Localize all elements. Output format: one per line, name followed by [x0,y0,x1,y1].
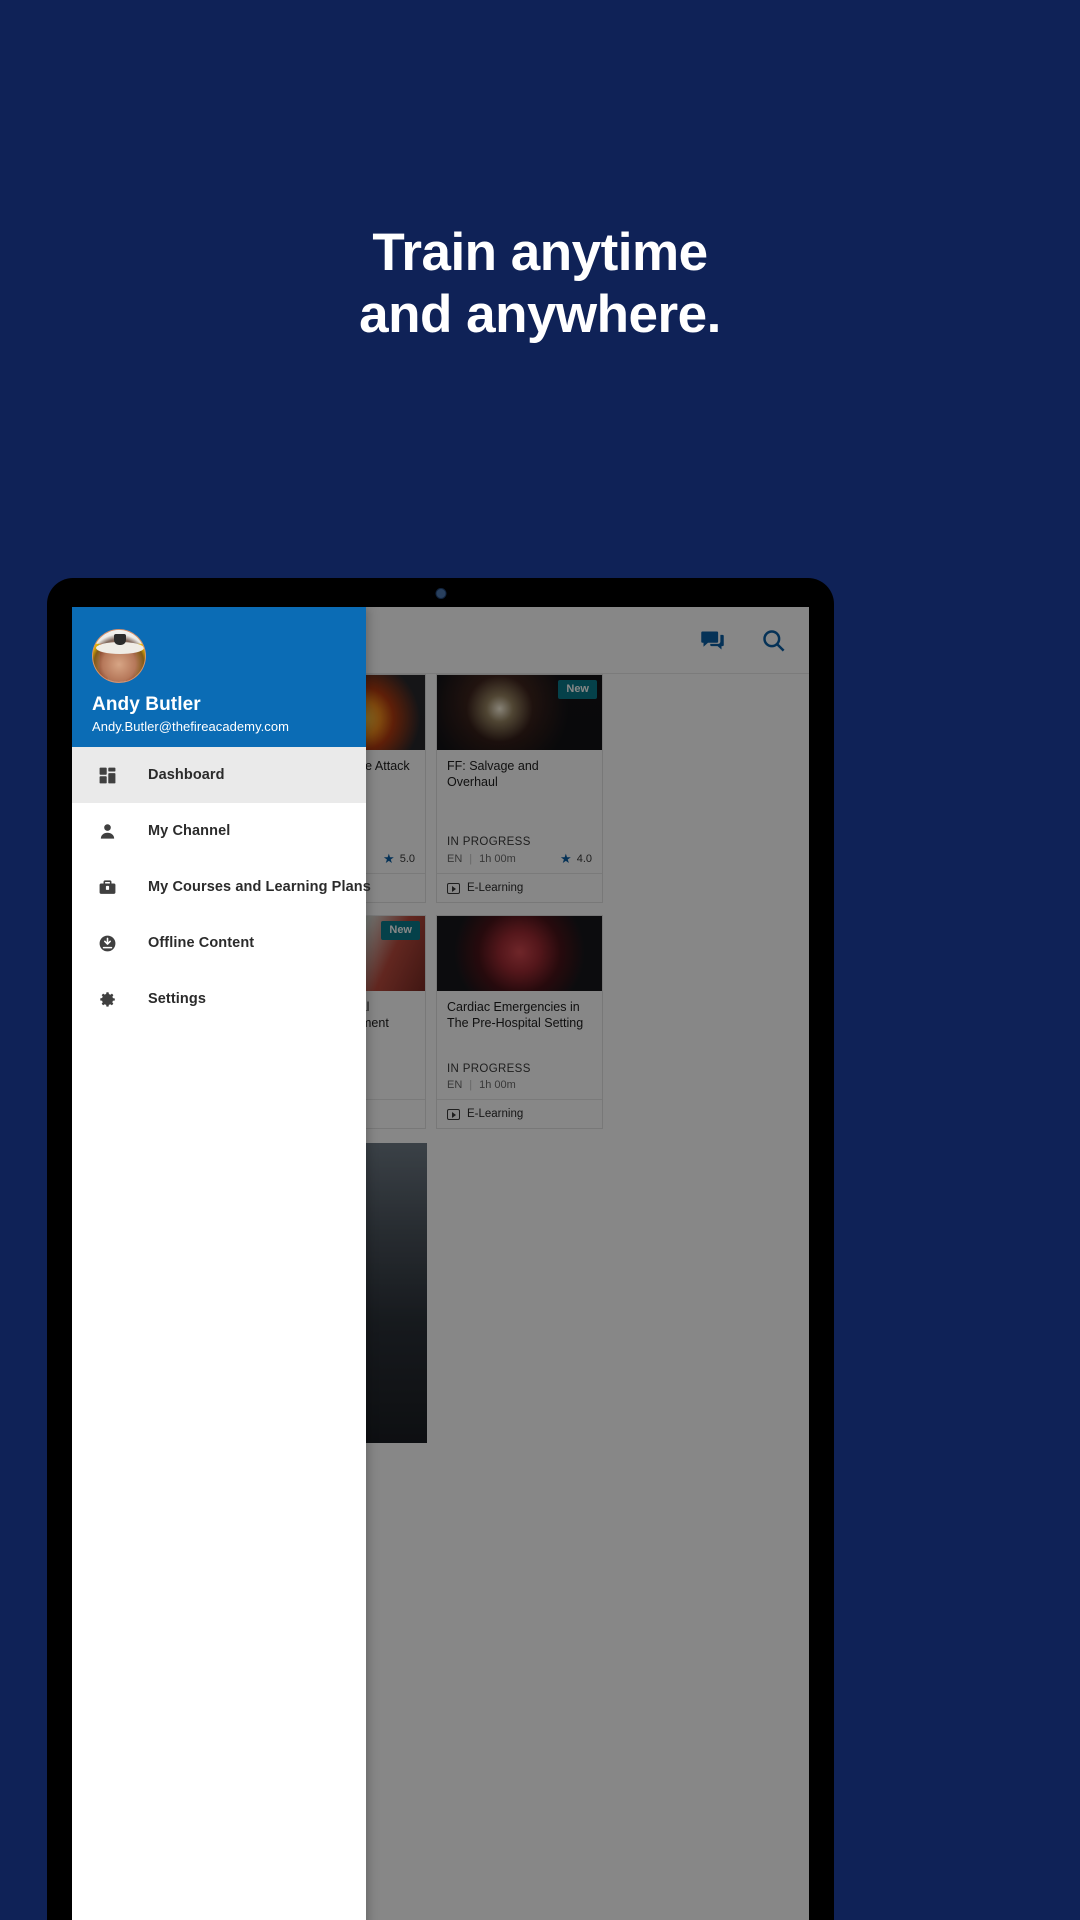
user-email: Andy.Butler@thefireacademy.com [92,719,290,734]
avatar[interactable] [92,629,146,683]
sidebar-item-my-courses[interactable]: My Courses and Learning Plans [72,859,371,915]
promo-screenshot: Train anytime and anywhere. Attack ★ 5.0… [0,0,1080,1920]
sidebar-item-dashboard[interactable]: Dashboard [72,747,366,803]
sidebar-item-label: Offline Content [148,935,255,951]
sidebar-item-label: My Courses and Learning Plans [148,879,371,895]
drawer-nav-list: Dashboard My Channel My Courses and Lear… [72,747,371,1027]
gear-icon [95,987,119,1011]
download-circle-icon [95,931,119,955]
sidebar-item-label: Dashboard [148,767,225,783]
person-icon [95,819,119,843]
helmet-shield [114,634,126,645]
tablet-device-frame: New FF: Introduction, History, and Cultu… [47,578,834,1920]
sidebar-item-label: Settings [148,991,206,1007]
sidebar-item-label: My Channel [148,823,231,839]
headline-line-2: and anywhere. [359,285,721,344]
sidebar-item-settings[interactable]: Settings [72,971,366,1027]
sidebar-item-my-channel[interactable]: My Channel [72,803,366,859]
sidebar-item-offline-content[interactable]: Offline Content [72,915,366,971]
briefcase-icon [95,875,119,899]
front-camera-icon [435,588,446,599]
navigation-drawer: Andy Butler Andy.Butler@thefireacademy.c… [72,607,371,1920]
drawer-profile-header: Andy Butler Andy.Butler@thefireacademy.c… [72,607,366,747]
dashboard-grid-icon [95,763,119,787]
headline-line-1: Train anytime [372,223,708,282]
user-name: Andy Butler [92,694,201,715]
page-title: Train anytime and anywhere. [0,222,1080,346]
tablet-screen: New FF: Introduction, History, and Cultu… [72,607,809,1920]
